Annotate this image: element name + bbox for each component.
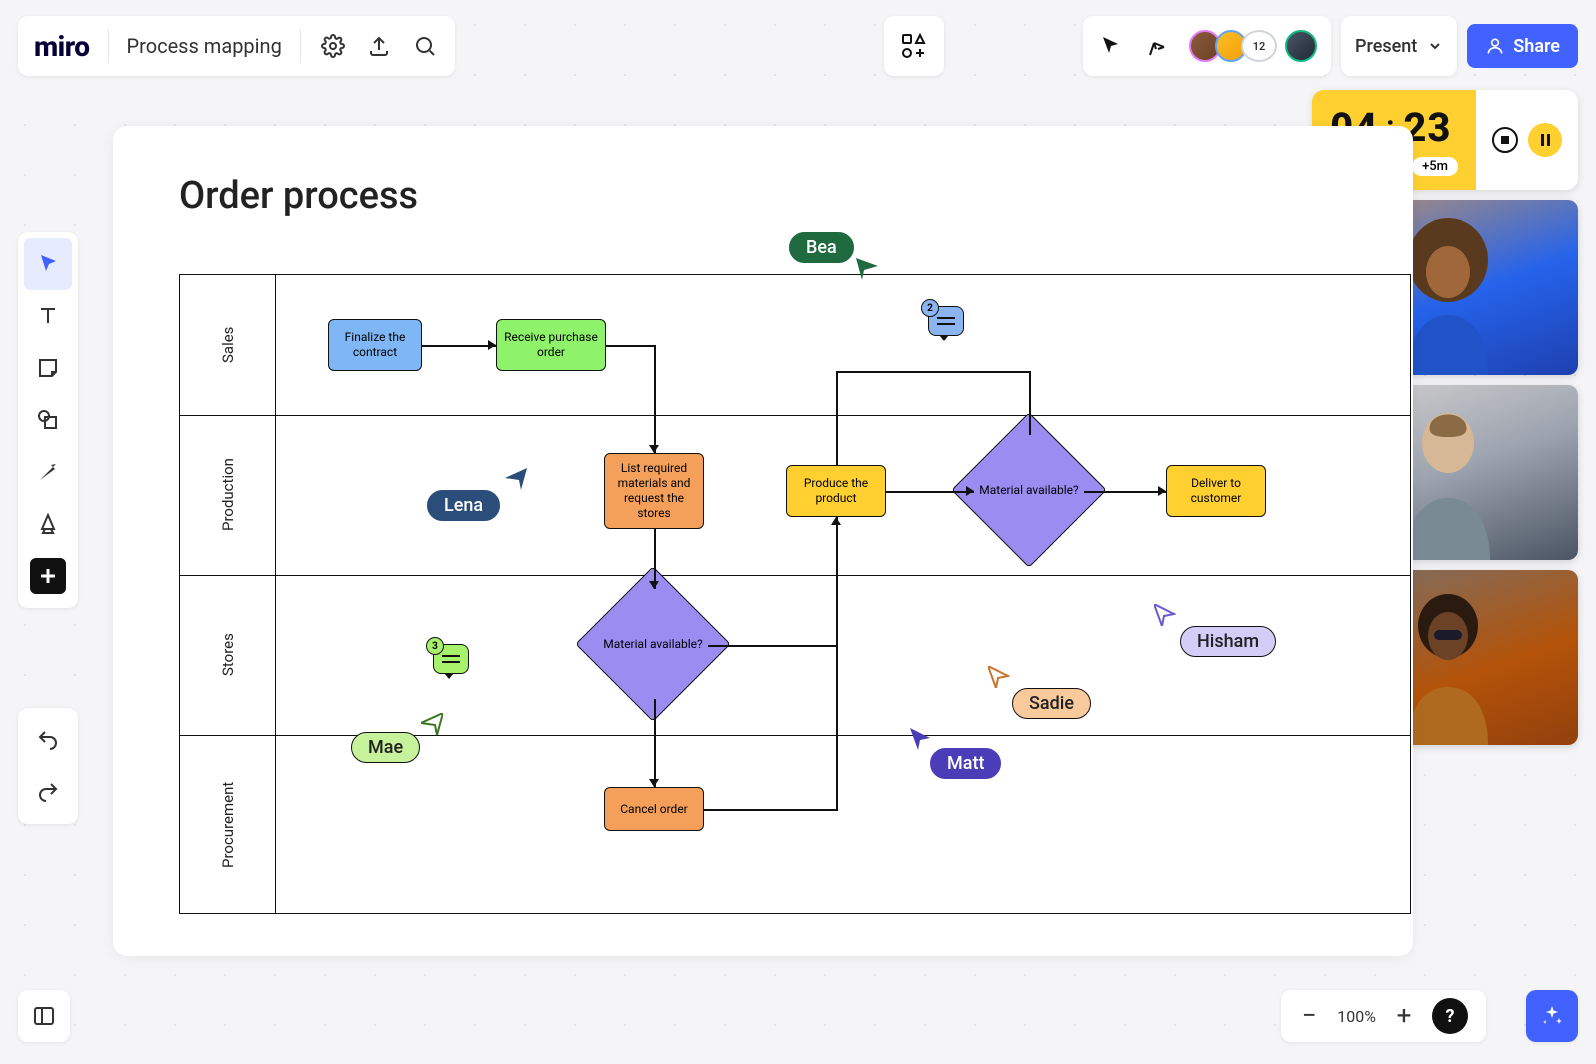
node-list-materials[interactable]: List required materials and request the … <box>604 453 704 529</box>
edge <box>654 699 656 787</box>
cursor-label: Hisham <box>1180 626 1276 657</box>
divider <box>300 29 301 63</box>
timer-add-5m[interactable]: +5m <box>1412 157 1458 176</box>
edge <box>886 491 974 493</box>
cursor-pointer-icon <box>988 666 1010 688</box>
comment-bubble[interactable]: 2 <box>928 306 964 336</box>
node-material-available-2[interactable]: Material available? <box>974 435 1084 545</box>
add-more-tools[interactable] <box>30 558 66 594</box>
pen-tool[interactable] <box>24 498 72 550</box>
collaborator-avatars[interactable]: 12 <box>1189 30 1317 62</box>
edge <box>422 345 496 347</box>
collab-box: 12 <box>1083 16 1331 76</box>
arrowhead-icon <box>649 581 659 589</box>
zoom-controls: − 100% + ? <box>1281 990 1486 1042</box>
search-icon[interactable] <box>411 32 439 60</box>
redo-button[interactable] <box>24 766 72 818</box>
cursor-pointer-icon <box>856 258 878 280</box>
shape-tool[interactable] <box>24 394 72 446</box>
zoom-value[interactable]: 100% <box>1337 1007 1376 1026</box>
timer-pause-button[interactable] <box>1528 123 1562 157</box>
undo-redo-toolbar <box>18 708 78 824</box>
node-produce-product[interactable]: Produce the product <box>786 465 886 517</box>
cursor-pointer-icon <box>910 728 932 750</box>
cursor-label: Matt <box>930 748 1001 779</box>
node-finalize-contract[interactable]: Finalize the contract <box>328 319 422 371</box>
arrowhead-icon <box>488 340 496 350</box>
comment-count-badge: 3 <box>426 637 444 655</box>
edge <box>1084 491 1166 493</box>
avatar-overflow-count[interactable]: 12 <box>1241 30 1277 62</box>
edge <box>836 371 1029 373</box>
ai-assist-button[interactable] <box>1526 990 1578 1042</box>
left-toolbar <box>18 232 78 608</box>
cursor-pointer-icon <box>1154 604 1176 626</box>
cursor-label: Mae <box>351 732 420 763</box>
present-dropdown[interactable]: Present <box>1341 16 1457 76</box>
export-icon[interactable] <box>365 32 393 60</box>
lane-divider <box>180 575 1410 576</box>
arrowhead-icon <box>649 779 659 787</box>
frame-title[interactable]: Order process <box>179 174 418 218</box>
lane-divider <box>180 415 1410 416</box>
edge <box>654 345 656 453</box>
cursor-tracking-icon[interactable] <box>1097 32 1125 60</box>
arrowhead-icon <box>649 445 659 453</box>
edge <box>654 529 656 589</box>
board-name[interactable]: Process mapping <box>127 34 282 58</box>
node-deliver-customer[interactable]: Deliver to customer <box>1166 465 1266 517</box>
node-material-available-1[interactable]: Material available? <box>598 589 708 699</box>
lane-label[interactable]: Sales <box>180 275 276 415</box>
miro-logo[interactable]: miro <box>34 30 90 63</box>
share-label: Share <box>1513 36 1560 57</box>
timer-stop-button[interactable] <box>1492 127 1518 153</box>
comment-count-badge: 2 <box>921 299 939 317</box>
share-button[interactable]: Share <box>1467 24 1578 68</box>
top-left-toolbar: miro Process mapping <box>18 16 455 76</box>
text-tool[interactable] <box>24 290 72 342</box>
divider <box>108 29 109 63</box>
arrowhead-icon <box>966 486 974 496</box>
help-button[interactable]: ? <box>1432 998 1468 1034</box>
lane-label[interactable]: Procurement <box>180 735 276 915</box>
cursor-label: Bea <box>789 232 854 263</box>
present-label: Present <box>1355 36 1417 57</box>
frames-panel-toggle[interactable] <box>18 990 70 1042</box>
edge <box>704 809 836 811</box>
avatar[interactable] <box>1285 30 1317 62</box>
zoom-out-button[interactable]: − <box>1299 1001 1319 1031</box>
settings-icon[interactable] <box>319 32 347 60</box>
chevron-down-icon <box>1427 38 1443 54</box>
reactions-icon[interactable] <box>1143 32 1171 60</box>
edge <box>836 371 838 465</box>
apps-button[interactable] <box>884 16 944 76</box>
share-person-icon <box>1485 36 1505 56</box>
sticky-note-tool[interactable] <box>24 342 72 394</box>
comment-bubble[interactable]: 3 <box>433 644 469 674</box>
lane-label[interactable]: Production <box>180 415 276 575</box>
select-tool[interactable] <box>24 238 72 290</box>
cursor-pointer-icon <box>505 468 527 490</box>
connector-tool[interactable] <box>24 446 72 498</box>
cursor-label: Lena <box>427 490 500 521</box>
undo-button[interactable] <box>24 714 72 766</box>
cursor-pointer-icon <box>421 713 443 735</box>
node-receive-po[interactable]: Receive purchase order <box>496 319 606 371</box>
top-right-toolbar: 12 Present Share <box>1083 16 1578 76</box>
board-frame[interactable]: Order process Sales Production Stores Pr… <box>113 126 1413 956</box>
lane-label[interactable]: Stores <box>180 575 276 735</box>
edge <box>836 517 838 811</box>
edge <box>1029 371 1031 435</box>
zoom-in-button[interactable]: + <box>1394 1001 1414 1031</box>
edge <box>708 645 836 647</box>
node-cancel-order[interactable]: Cancel order <box>604 787 704 831</box>
swimlane-container[interactable]: Sales Production Stores Procurement Fina… <box>179 274 1411 914</box>
cursor-label: Sadie <box>1012 688 1091 719</box>
edge <box>606 345 654 347</box>
arrowhead-icon <box>1158 486 1166 496</box>
